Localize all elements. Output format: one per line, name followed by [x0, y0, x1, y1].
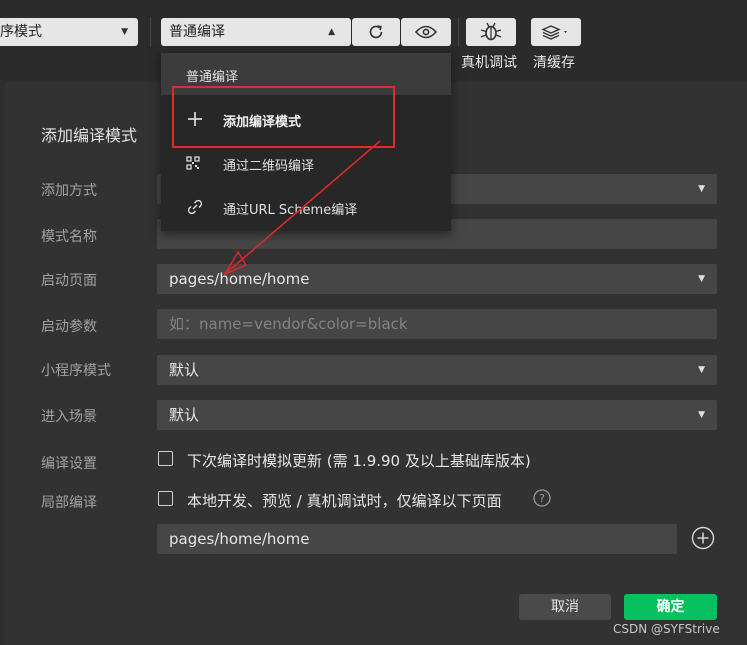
annotation-arrow	[223, 140, 381, 276]
